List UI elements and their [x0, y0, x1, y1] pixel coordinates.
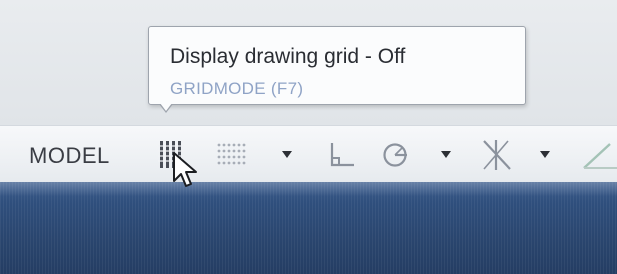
polar-dropdown-arrow-icon[interactable]: [441, 151, 451, 158]
model-space-button[interactable]: MODEL: [29, 143, 110, 169]
isodraft-dropdown-arrow-icon[interactable]: [540, 151, 550, 158]
snap-dropdown-arrow-icon[interactable]: [282, 151, 292, 158]
tooltip-title: Display drawing grid - Off: [170, 45, 406, 68]
tooltip-command: GRIDMODE (F7): [170, 79, 304, 98]
polar-tracking-icon[interactable]: [380, 139, 412, 171]
mouse-pointer-icon: [173, 152, 197, 187]
grid-tooltip: Display drawing grid - Off GRIDMODE (F7): [148, 26, 526, 113]
status-bar: MODEL: [0, 125, 617, 184]
snap-mode-icon[interactable]: [215, 141, 249, 169]
object-snap-tracking-icon[interactable]: [580, 138, 617, 172]
windows-taskbar: [0, 182, 617, 274]
isodraft-icon[interactable]: [478, 136, 516, 174]
ortho-mode-icon[interactable]: [328, 140, 358, 170]
